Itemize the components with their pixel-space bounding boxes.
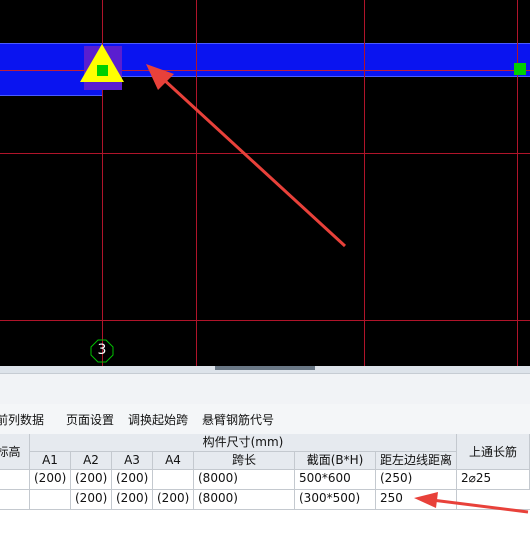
table-cell[interactable] bbox=[153, 470, 194, 490]
table-cell[interactable]: (200) bbox=[71, 470, 112, 490]
support-marker-icon[interactable] bbox=[78, 42, 128, 92]
drawing-canvas[interactable]: 3 bbox=[0, 0, 530, 366]
table-cell[interactable]: (200) bbox=[71, 490, 112, 510]
grid-axis-line bbox=[517, 0, 518, 366]
col-header-a4: A4 bbox=[153, 452, 194, 470]
axis-bubble: 3 bbox=[90, 339, 114, 363]
col-header-section: 截面(B*H) bbox=[295, 452, 376, 470]
page-setup-button[interactable]: 页面设置 bbox=[66, 411, 114, 428]
col-header-a2: A2 bbox=[71, 452, 112, 470]
col-header-left-offset: 距左边线距离 bbox=[376, 452, 457, 470]
splitter-handle[interactable] bbox=[215, 366, 315, 370]
beam-end-grip-icon[interactable] bbox=[514, 63, 526, 75]
table-cell[interactable]: (200) bbox=[112, 490, 153, 510]
table-cell[interactable]: 500*600 bbox=[295, 470, 376, 490]
col-group-header-dimensions: 构件尺寸(mm) bbox=[30, 434, 457, 452]
col-header-top-rebar: 上通长筋 bbox=[457, 434, 530, 470]
insert-column-data-button[interactable]: 前列数据 bbox=[0, 411, 44, 428]
swap-start-span-button[interactable]: 调换起始跨 bbox=[128, 411, 188, 428]
table-cell[interactable]: (250) bbox=[376, 470, 457, 490]
table-cell[interactable]: (8000) bbox=[194, 490, 295, 510]
table-cell[interactable]: (200) bbox=[30, 470, 71, 490]
table-cell[interactable]: (200) bbox=[153, 490, 194, 510]
axis-label: 3 bbox=[97, 342, 107, 358]
col-header-a3: A3 bbox=[112, 452, 153, 470]
table-cell[interactable] bbox=[0, 490, 30, 510]
col-header-span-length: 跨长 bbox=[194, 452, 295, 470]
table-cell[interactable]: (300*500) bbox=[295, 490, 376, 510]
col-header-a1: A1 bbox=[30, 452, 71, 470]
table-cell[interactable] bbox=[30, 490, 71, 510]
cantilever-rebar-code-button[interactable]: 悬臂钢筋代号 bbox=[202, 411, 274, 428]
col-header-elevation: 标高 bbox=[0, 434, 30, 470]
table-toolbar: 前列数据 页面设置 调换起始跨 悬臂钢筋代号 bbox=[0, 404, 530, 435]
grid-axis-line bbox=[364, 0, 365, 366]
beam-span-table: 标高 构件尺寸(mm) 上通长筋 A1 A2 A3 A4 跨长 截面(B*H) … bbox=[0, 434, 530, 533]
annotation-arrow-icon bbox=[414, 492, 529, 514]
annotation-arrow-icon bbox=[146, 64, 347, 248]
panel-spacer bbox=[0, 374, 530, 405]
table-cell[interactable]: (200) bbox=[112, 470, 153, 490]
grid-axis-line bbox=[0, 320, 530, 321]
table-cell[interactable]: (8000) bbox=[194, 470, 295, 490]
table-cell[interactable] bbox=[0, 470, 30, 490]
table-cell[interactable]: 2⌀25 bbox=[457, 470, 530, 490]
